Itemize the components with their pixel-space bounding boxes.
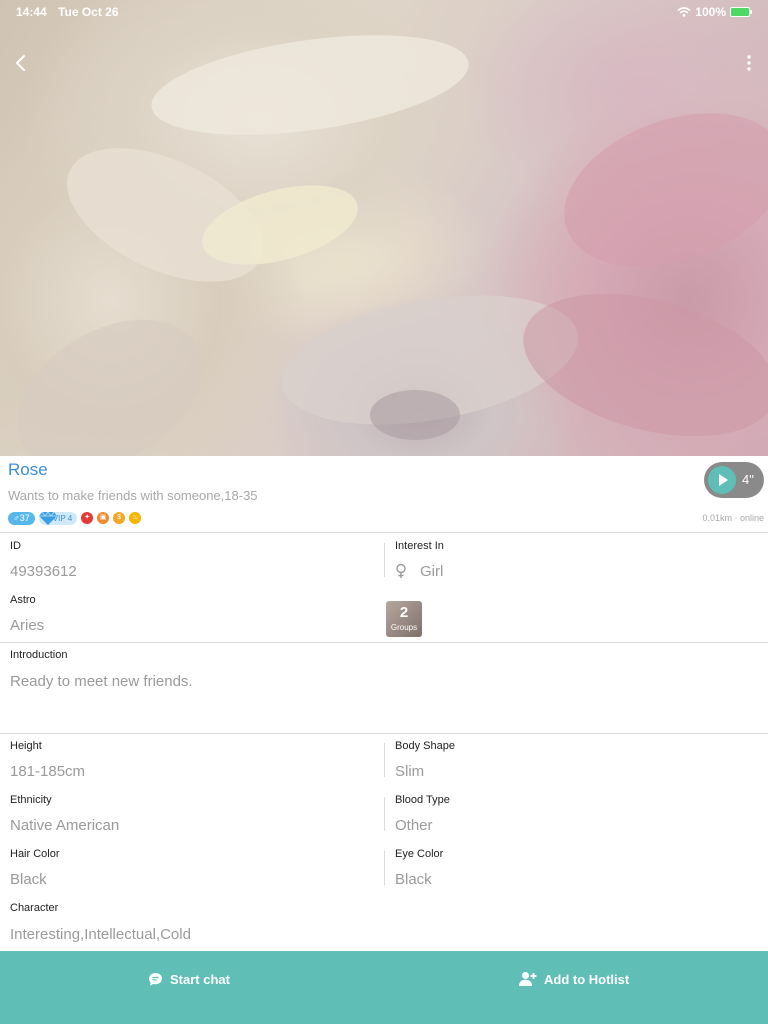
character-label: Character [10, 902, 59, 914]
add-to-hotlist-button[interactable]: Add to Hotlist [519, 969, 629, 989]
medal-badge-red: ✦ [81, 512, 94, 524]
interest-in-value: Girl [420, 563, 444, 580]
divider [384, 743, 385, 777]
photo-petal [0, 288, 230, 456]
medal-badge-orange: ▣ [97, 512, 110, 524]
start-chat-button[interactable]: Start chat [148, 969, 230, 989]
badge-row: ♂37 VIP 4 ✦ ▣ $ ♨ [8, 510, 142, 525]
add-to-hotlist-label: Add to Hotlist [544, 971, 630, 987]
photo-petal [542, 84, 768, 296]
chat-bubble-icon [149, 972, 162, 986]
photo-petal [370, 390, 460, 440]
divider [384, 797, 385, 831]
wifi-icon [677, 7, 691, 17]
divider [384, 851, 385, 885]
add-user-icon [519, 972, 537, 986]
more-vertical-icon[interactable] [742, 52, 756, 74]
hair-color-label: Hair Color [10, 848, 60, 860]
voice-duration: 4" [742, 472, 754, 487]
introduction-label: Introduction [10, 649, 68, 661]
distance-status: 0.01km · online [702, 513, 764, 523]
medal-badge-gold: $ [113, 512, 126, 524]
battery-percent: 100% [695, 5, 726, 19]
divider [0, 733, 768, 734]
ethnicity-label: Ethnicity [10, 794, 52, 806]
hair-color-value: Black [10, 871, 47, 888]
character-value: Interesting,Intellectual,Cold [10, 926, 191, 943]
status-bar: 14:44 Tue Oct 26 100% [0, 0, 768, 24]
status-time: 14:44 [16, 5, 47, 19]
photo-petal [145, 18, 475, 152]
medal-badge-yellow: ♨ [129, 512, 142, 524]
astro-label: Astro [10, 594, 36, 606]
introduction-value: Ready to meet new friends. [10, 673, 193, 690]
groups-label: Groups [390, 623, 418, 632]
battery-icon [730, 7, 752, 17]
action-bar: Start chat Add to Hotlist [0, 951, 768, 1024]
divider [0, 532, 768, 533]
divider [384, 543, 385, 577]
astro-value: Aries [10, 617, 45, 634]
play-icon [708, 466, 736, 494]
body-shape-value: Slim [395, 763, 425, 780]
profile-name: Rose [8, 460, 48, 479]
divider [0, 642, 768, 643]
interest-in-label: Interest In [395, 540, 444, 552]
groups-count: 2 [399, 604, 409, 621]
groups-button[interactable]: 2 Groups [386, 601, 422, 637]
blood-type-value: Other [395, 817, 433, 834]
body-shape-label: Body Shape [395, 740, 455, 752]
height-value: 181-185cm [10, 763, 86, 780]
eye-color-label: Eye Color [395, 848, 444, 860]
profile-tagline: Wants to make friends with someone,18-35 [8, 488, 258, 503]
female-icon [396, 563, 406, 578]
start-chat-label: Start chat [170, 971, 230, 987]
id-value: 49393612 [10, 563, 77, 580]
profile-photo[interactable] [0, 0, 768, 456]
diamond-icon [38, 510, 57, 525]
blood-type-label: Blood Type [395, 794, 450, 806]
id-label: ID [10, 540, 21, 552]
photo-petal [507, 268, 768, 456]
voice-intro-button[interactable]: 4" [704, 462, 764, 498]
back-chevron-icon[interactable] [10, 52, 32, 74]
status-date: Tue Oct 26 [58, 5, 119, 19]
ethnicity-value: Native American [10, 817, 120, 834]
height-label: Height [10, 740, 42, 752]
vip-badge: VIP 4 [38, 510, 78, 525]
age-gender-badge: ♂37 [8, 511, 35, 525]
eye-color-value: Black [395, 871, 432, 888]
